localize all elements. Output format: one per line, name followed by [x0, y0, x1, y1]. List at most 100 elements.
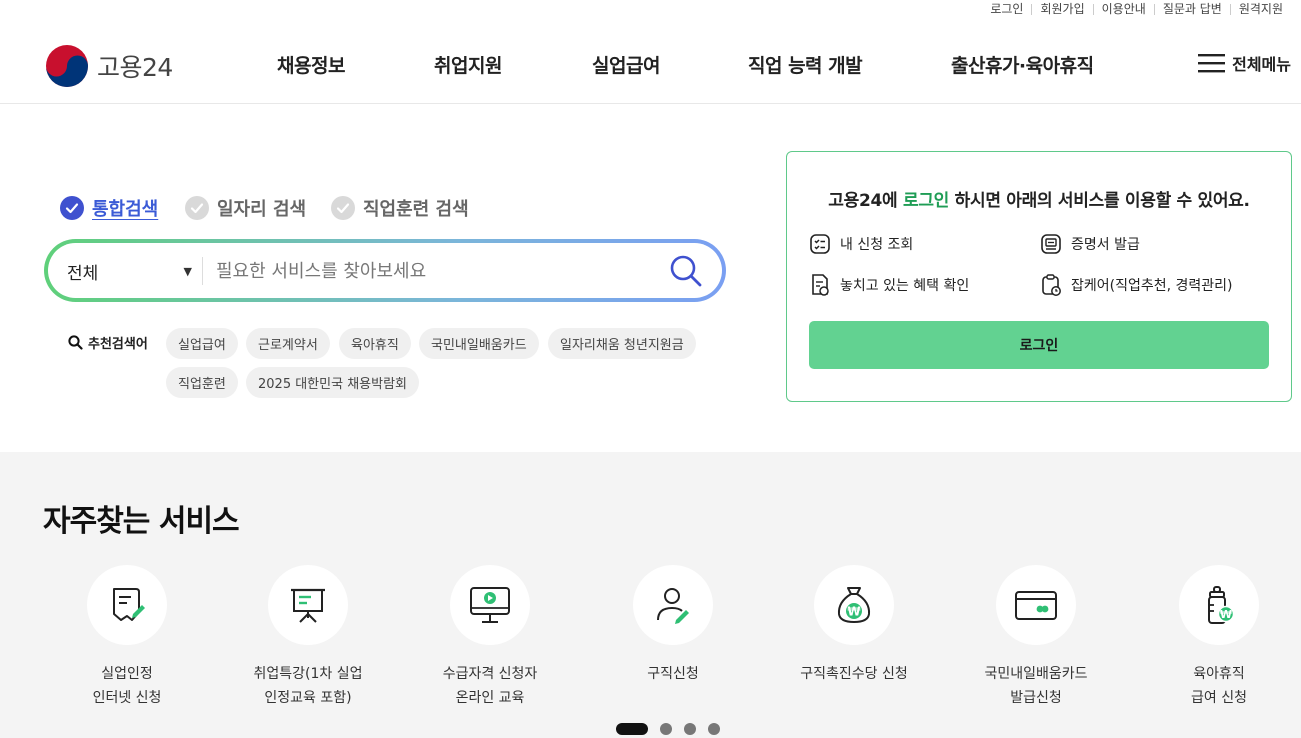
service-item-parental-leave-benefit[interactable]: ₩ 육아휴직 급여 신청	[1129, 565, 1301, 710]
service-label: 내 신청 조회	[840, 237, 914, 253]
utility-nav: 로그인 회원가입 이용안내 질문과 답변 원격지원	[982, 0, 1291, 18]
hamburger-icon	[1198, 54, 1226, 73]
util-remote-support-link[interactable]: 원격지원	[1231, 3, 1291, 15]
service-icon-circle	[996, 565, 1076, 645]
check-icon	[185, 196, 209, 220]
keyword-chip[interactable]: 직업훈련	[166, 367, 238, 398]
login-panel-title: 고용24에 로그인 하시면 아래의 서비스를 이용할 수 있어요.	[787, 186, 1291, 211]
service-item-job-promotion-allowance[interactable]: ₩ 구직촉진수당 신청	[764, 565, 944, 686]
util-signup-link[interactable]: 회원가입	[1032, 3, 1092, 15]
check-icon	[60, 196, 84, 220]
monitor-play-icon	[470, 587, 510, 623]
tab-integrated-search[interactable]: 통합검색	[60, 195, 158, 221]
login-service-panel: 고용24에 로그인 하시면 아래의 서비스를 이용할 수 있어요. 내 신청 조…	[786, 151, 1292, 402]
tab-label: 통합검색	[92, 199, 159, 220]
taegeuk-logo-icon	[46, 45, 88, 87]
search-category-value: 전체	[67, 264, 99, 284]
service-icon-circle: ₩	[1179, 565, 1259, 645]
section-title: 자주찾는 서비스	[43, 504, 240, 539]
carousel-pagination	[616, 723, 720, 735]
service-label: 잡케어(직업추천, 경력관리)	[1071, 278, 1233, 294]
caret-down-icon: ▼	[183, 265, 192, 278]
keyword-chip[interactable]: 실업급여	[166, 328, 238, 359]
checklist-icon	[810, 234, 830, 254]
tab-label: 일자리 검색	[217, 199, 307, 220]
title-part: 고용24에	[828, 191, 903, 211]
pagination-dot[interactable]	[684, 723, 696, 735]
certificate-icon	[1041, 234, 1061, 254]
search-bar-inner: 전체 ▼	[48, 243, 722, 298]
clipboard-clock-icon	[1042, 274, 1061, 296]
all-menu-button[interactable]: 전체메뉴	[1198, 51, 1291, 75]
service-item-learning-card[interactable]: 국민내일배움카드 발급신청	[946, 565, 1126, 710]
document-pen-icon	[113, 588, 145, 621]
all-menu-label: 전체메뉴	[1232, 55, 1291, 74]
keyword-chip[interactable]: 근로계약서	[246, 328, 330, 359]
service-label: 증명서 발급	[1071, 237, 1140, 253]
service-label: 국민내일배움카드 발급신청	[984, 666, 1088, 706]
nav-job-skills[interactable]: 직업 능력 개발	[748, 51, 863, 78]
pagination-dot[interactable]	[708, 723, 720, 735]
service-label: 구직신청	[647, 666, 699, 682]
svg-text:₩: ₩	[1220, 608, 1232, 621]
person-pen-icon	[657, 588, 689, 624]
service-jobcare[interactable]: 잡케어(직업추천, 경력관리)	[1040, 273, 1233, 297]
service-item-unemployment-recognition[interactable]: 실업인정 인터넷 신청	[37, 565, 217, 710]
service-item-employment-lecture[interactable]: 취업특강(1차 실업 인정교육 포함)	[218, 565, 398, 710]
search-button-icon[interactable]	[668, 253, 704, 289]
service-label: 취업특강(1차 실업 인정교육 포함)	[253, 666, 363, 706]
pagination-dot[interactable]	[660, 723, 672, 735]
service-icon-circle	[450, 565, 530, 645]
util-login-link[interactable]: 로그인	[982, 3, 1031, 15]
service-label: 수급자격 신청자 온라인 교육	[442, 666, 538, 706]
service-item-job-application[interactable]: 구직신청	[583, 565, 763, 686]
service-certificate[interactable]: 증명서 발급	[1040, 233, 1140, 255]
service-icon-circle	[633, 565, 713, 645]
rec-label-text: 추천검색어	[88, 337, 148, 352]
nav-jobs[interactable]: 채용정보	[277, 51, 345, 78]
svg-text:₩: ₩	[847, 605, 861, 619]
baby-bottle-icon: ₩	[1208, 586, 1235, 624]
login-button[interactable]: 로그인	[809, 321, 1269, 369]
presentation-board-icon	[291, 588, 325, 623]
service-item-online-education[interactable]: 수급자격 신청자 온라인 교육	[400, 565, 580, 710]
recommended-keywords-label: 추천검색어	[68, 333, 148, 352]
keyword-chip[interactable]: 육아휴직	[339, 328, 411, 359]
tab-label: 직업훈련 검색	[363, 199, 469, 220]
search-bar: 전체 ▼	[44, 239, 726, 302]
keyword-chip[interactable]: 일자리채움 청년지원금	[548, 328, 696, 359]
util-qna-link[interactable]: 질문과 답변	[1155, 3, 1230, 15]
tab-training-search[interactable]: 직업훈련 검색	[331, 195, 469, 221]
nav-maternity-parental-leave[interactable]: 출산휴가·육아휴직	[951, 51, 1094, 78]
service-icon-circle: ₩	[814, 565, 894, 645]
nav-employment-support[interactable]: 취업지원	[434, 51, 502, 78]
service-missed-benefits[interactable]: 놓치고 있는 혜택 확인	[809, 273, 969, 297]
header: 고용24 채용정보 취업지원 실업급여 직업 능력 개발 출산휴가·육아휴직 전…	[0, 18, 1301, 104]
service-my-applications[interactable]: 내 신청 조회	[809, 233, 913, 255]
frequent-services-section: 자주찾는 서비스 실업인정 인터넷 신청 취업특강(1차 실업 인정교육 포함)…	[0, 452, 1301, 738]
search-category-select[interactable]: 전체 ▼	[67, 259, 192, 284]
util-guide-link[interactable]: 이용안내	[1094, 3, 1154, 15]
service-icon-circle	[268, 565, 348, 645]
search-input[interactable]	[216, 255, 636, 287]
divider	[202, 257, 203, 285]
title-highlight: 로그인	[903, 191, 950, 211]
search-icon	[68, 335, 83, 350]
service-label: 육아휴직 급여 신청	[1191, 666, 1247, 706]
tab-job-search[interactable]: 일자리 검색	[185, 195, 306, 221]
nav-unemployment-benefits[interactable]: 실업급여	[592, 51, 660, 78]
document-search-icon	[812, 274, 829, 296]
logo-text: 고용24	[97, 53, 173, 82]
pagination-dot-active[interactable]	[616, 723, 648, 735]
service-label: 구직촉진수당 신청	[800, 666, 908, 682]
service-icon-circle	[87, 565, 167, 645]
card-icon	[1015, 591, 1057, 620]
service-label: 놓치고 있는 혜택 확인	[840, 278, 970, 294]
title-part: 하시면 아래의 서비스를 이용할 수 있어요.	[949, 191, 1250, 211]
keyword-chip[interactable]: 국민내일배움카드	[419, 328, 539, 359]
keyword-chip[interactable]: 2025 대한민국 채용박람회	[246, 367, 419, 398]
check-icon	[331, 196, 355, 220]
logo-link[interactable]: 고용24	[45, 44, 173, 88]
money-bag-icon: ₩	[837, 587, 871, 624]
service-label: 실업인정 인터넷 신청	[92, 666, 162, 706]
